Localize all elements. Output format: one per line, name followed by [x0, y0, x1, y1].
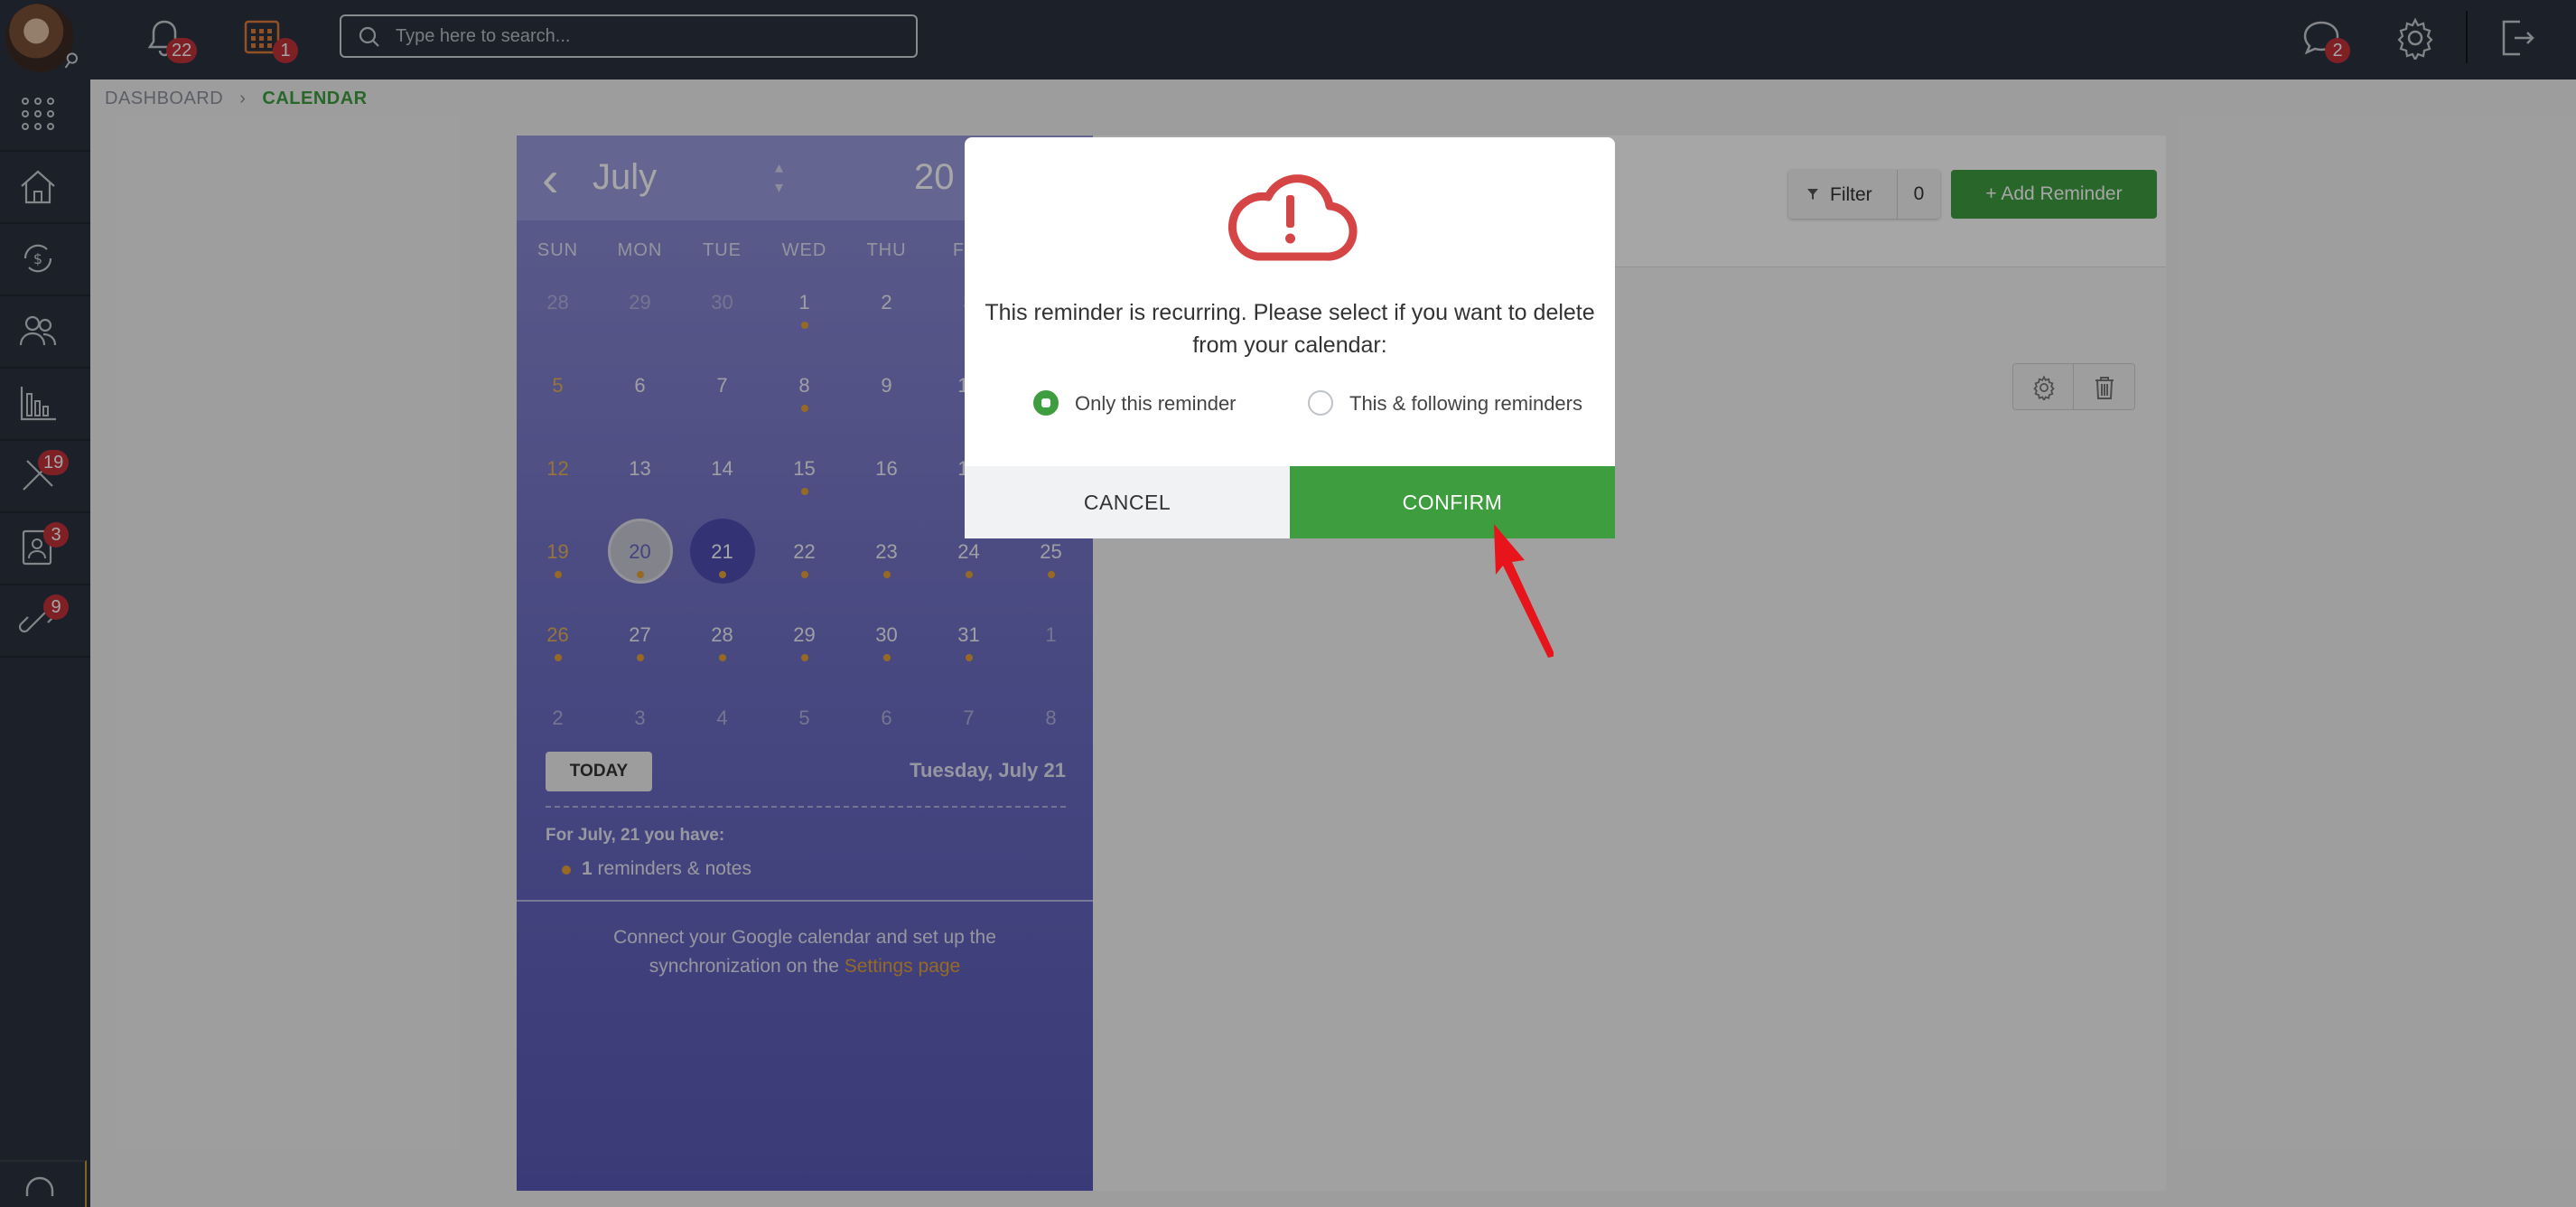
confirm-button[interactable]: CONFIRM — [1290, 466, 1615, 538]
radio-only-this[interactable] — [1033, 390, 1059, 416]
option-only-this-label[interactable]: Only this reminder — [1075, 392, 1237, 416]
radio-this-and-following[interactable] — [1308, 390, 1333, 416]
option-following-label[interactable]: This & following reminders — [1349, 392, 1582, 416]
cloud-alert-icon — [1227, 174, 1358, 261]
delete-recurring-dialog: This reminder is recurring. Please selec… — [965, 137, 1615, 538]
pointer-arrow-icon — [1494, 524, 1554, 658]
dialog-message: This reminder is recurring. Please selec… — [985, 300, 1595, 358]
cancel-button[interactable]: CANCEL — [965, 466, 1290, 538]
